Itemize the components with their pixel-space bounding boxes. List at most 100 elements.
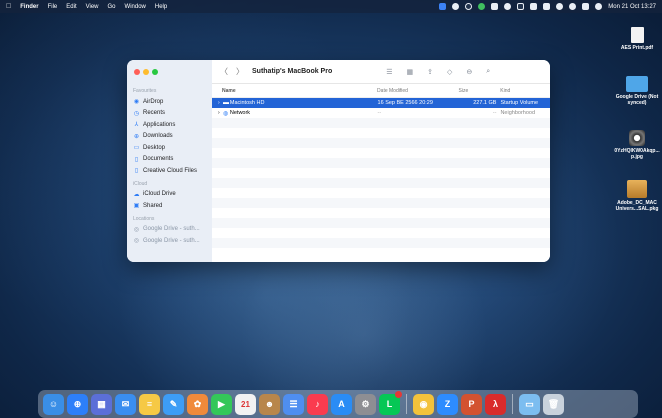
status-color-icon[interactable] [452,3,460,10]
dock-powerpoint-icon[interactable]: P [461,393,482,415]
desktop-file-label: Adobe_DC_MAC Univers...SAL.pkg [615,200,659,212]
sidebar-section-icloud: iCloud [133,180,148,187]
sidebar-item-documents[interactable]: ▯ Documents [127,154,212,166]
sidebar-item-creative-cloud[interactable]: ▯ Creative Cloud Files [127,165,212,177]
share-icon[interactable]: ⇪ [427,68,433,76]
empty-row [212,228,550,238]
target-icon[interactable] [504,3,512,10]
dock-chrome-icon[interactable]: ◉ [413,393,434,415]
dock-reminders-icon[interactable]: ☰ [283,393,304,415]
sidebar-item-google-drive-2[interactable]: ◎ Google Drive - suth... [127,235,212,247]
table-row[interactable]: › ◍ Network -- -- Neighborhood [212,108,550,118]
menu-go[interactable]: Go [108,4,116,10]
menu-file[interactable]: File [48,4,58,10]
wifi-icon[interactable] [556,3,564,10]
desktop-file-aes-print[interactable]: AES Print.pdf [612,27,662,51]
package-icon [627,180,647,198]
finder-toolbar: 〈 〉 Suthatip's MacBook Pro ☰ ▦ ⇪ ◇ ⊖ ⌕ [212,60,550,84]
more-actions-icon[interactable]: ⊖ [466,68,472,76]
desktop-file-label: 0YzHQIKW0Akqp... p.jpg [614,148,660,160]
empty-row [212,178,550,188]
record-icon[interactable] [491,3,499,10]
column-name[interactable]: Name [222,88,377,94]
sidebar-item-label: AirDrop [143,98,164,105]
menu-view[interactable]: View [86,4,99,10]
menu-clock[interactable]: Mon 21 Oct 13:27 [608,4,656,10]
battery-icon[interactable] [543,3,551,10]
siri-icon[interactable] [595,3,603,10]
dock-acrobat-icon[interactable]: λ [485,393,506,415]
sidebar-item-icloud-drive[interactable]: ☁ iCloud Drive [127,189,212,201]
dock-finder-icon[interactable]: ☺ [43,393,64,415]
column-kind[interactable]: Kind [500,88,550,94]
clock-icon: ◷ [133,110,140,117]
dock-facetime-icon[interactable]: ▶ [211,393,232,415]
control-center-icon[interactable] [582,3,590,10]
dock-safari-icon[interactable]: ⊕ [67,393,88,415]
sidebar-item-label: Desktop [143,144,166,151]
forward-button[interactable]: 〉 [236,66,244,77]
menu-help[interactable]: Help [155,4,167,10]
tag-icon[interactable]: ◇ [447,68,452,76]
status-circle-icon[interactable] [465,3,473,10]
dock-photos-icon[interactable]: ✿ [187,393,208,415]
minimize-button[interactable] [143,69,149,75]
applications-icon: ⅄ [134,122,139,129]
line-status-icon[interactable] [478,3,486,10]
finder-window: Favourites ◉ AirDrop ◷ Recents ⅄ Applicatio… [127,60,550,262]
dock-app-store-icon[interactable]: A [331,393,352,415]
apple-icon[interactable]:  [6,3,11,10]
dock-zoom-icon[interactable]: Z [437,393,458,415]
sidebar-item-downloads[interactable]: ⊕ Downloads [127,131,212,143]
list-view-icon[interactable]: ☰ [386,68,392,76]
dock-music-icon[interactable]: ♪ [307,393,328,415]
menu-edit[interactable]: Edit [66,4,76,10]
column-size[interactable]: Size [459,88,501,94]
dock-freeform-icon[interactable]: ✎ [163,393,184,415]
sidebar-item-shared[interactable]: ▣ Shared [127,200,212,212]
sidebar-item-recents[interactable]: ◷ Recents [127,108,212,120]
sidebar-item-desktop[interactable]: ▭ Desktop [127,142,212,154]
fullscreen-button[interactable] [152,69,158,75]
column-date-modified[interactable]: Date Modified [377,88,459,94]
dock-contacts-icon[interactable]: ☻ [259,393,280,415]
desktop-file-label: AES Print.pdf [620,45,654,51]
cloud-icon: ☁ [133,191,140,198]
keyboard-icon[interactable] [530,3,538,10]
dock-calendar-icon[interactable]: 21 [235,393,256,415]
empty-row [212,148,550,158]
row-name: Macintosh HD [229,100,265,106]
group-icon[interactable]: ▦ [407,68,414,76]
empty-row [212,168,550,178]
table-row[interactable]: › ▬ Macintosh HD 16 Sep BE 2566 20:29 22… [212,98,550,108]
search-icon[interactable]: ⌕ [486,68,490,76]
menu-finder[interactable]: Finder [20,4,38,10]
dock-line-icon[interactable]: L [379,390,402,415]
desktop-folder-google-drive[interactable]: Google Drive (Not synced) [612,76,662,106]
folder-icon [626,76,648,92]
menu-window[interactable]: Window [125,4,146,10]
empty-row [212,138,550,148]
status-app-icon[interactable] [439,3,447,10]
document-icon: ▯ [134,156,139,163]
close-button[interactable] [134,69,140,75]
row-date: -- [377,110,382,116]
column-headers: Name Date Modified Size Kind [212,84,550,98]
sidebar-item-google-drive-1[interactable]: ◎ Google Drive - suth... [127,224,212,236]
drive-status-icon[interactable] [517,3,525,10]
menu-bar:  Finder File Edit View Go Window Help M… [0,0,662,13]
dock-trash-icon[interactable]: 🗑 [543,393,564,415]
spotlight-icon[interactable] [569,3,577,10]
desktop-file-pkg[interactable]: Adobe_DC_MAC Univers...SAL.pkg [612,180,662,212]
back-button[interactable]: 〈 [220,66,228,77]
sidebar-item-airdrop[interactable]: ◉ AirDrop [127,96,212,108]
dock-system-settings-icon[interactable]: ⚙ [355,393,376,415]
document-icon: ▯ [134,168,139,175]
pdf-document-icon [630,27,644,43]
dock-downloads-folder-icon[interactable]: ▭ [519,393,540,415]
dock-mail-icon[interactable]: ✉ [115,393,136,415]
dock-launchpad-icon[interactable]: ▦ [91,393,112,415]
sidebar-item-applications[interactable]: ⅄ Applications [127,119,212,131]
dock-notes-icon[interactable]: ≡ [139,393,160,415]
desktop-file-jpg[interactable]: 0YzHQIKW0Akqp... p.jpg [612,130,662,160]
